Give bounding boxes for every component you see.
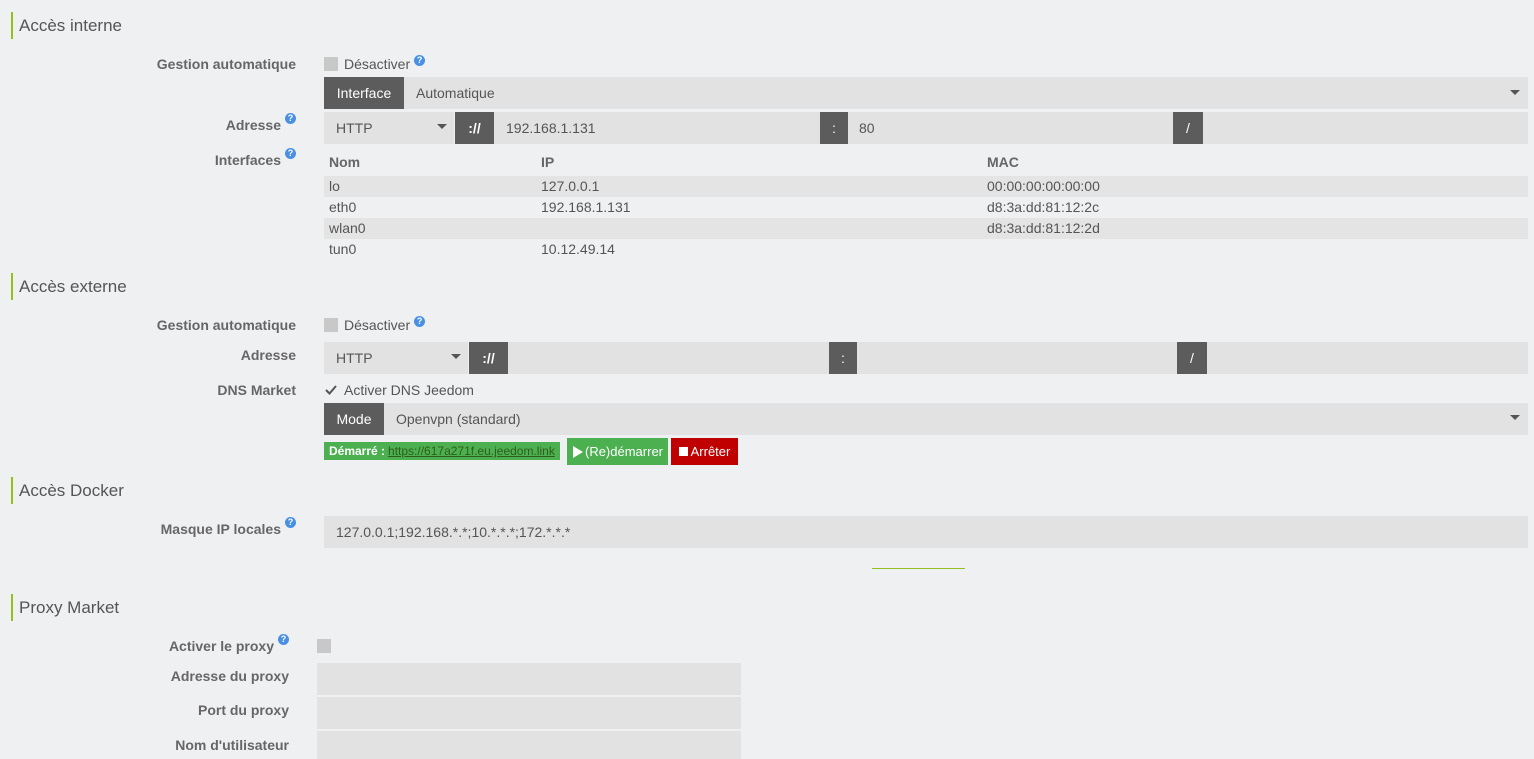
protocol-select-interne[interactable]: HTTP: [324, 112, 454, 144]
path-input-interne[interactable]: [1203, 112, 1528, 144]
header-nom: Nom: [329, 154, 361, 170]
cell-mac: d8:3a:dd:81:12:2d: [987, 220, 1100, 236]
divider: [872, 568, 965, 569]
help-icon[interactable]: ?: [285, 148, 296, 159]
dns-market-label: DNS Market: [217, 382, 296, 398]
adresse-label-interne: Adresse?: [226, 113, 296, 133]
table-row: eth0 192.168.1.131 d8:3a:dd:81:12:2c: [324, 197, 1528, 218]
cell-ip: 127.0.0.1: [541, 178, 600, 194]
header-mac: MAC: [987, 154, 1019, 170]
table-row: tun0 10.12.49.14: [324, 239, 1528, 260]
cell-mac: d8:3a:dd:81:12:2c: [987, 199, 1100, 215]
stop-button[interactable]: Arrêter: [671, 438, 738, 465]
interfaces-table: Nom IP MAC lo 127.0.0.1 00:00:00:00:00:0…: [324, 152, 1528, 262]
table-row: wlan0 d8:3a:dd:81:12:2d: [324, 218, 1528, 239]
chevron-down-icon: [451, 354, 461, 359]
interface-select[interactable]: Automatique: [404, 77, 1528, 109]
disable-externe-control[interactable]: Désactiver ?: [324, 315, 426, 334]
check-icon[interactable]: [324, 383, 338, 397]
disable-interne-label: Désactiver: [344, 56, 411, 72]
stop-icon: [678, 447, 688, 456]
disable-externe-label: Désactiver: [344, 317, 411, 333]
separator-proto-externe: ://: [469, 342, 508, 374]
proxy-address-input[interactable]: [317, 663, 741, 695]
adresse-label-externe: Adresse: [240, 347, 296, 363]
help-icon[interactable]: ?: [414, 54, 426, 66]
stop-label: Arrêter: [690, 444, 731, 459]
help-icon[interactable]: ?: [285, 517, 296, 528]
mask-ip-value: 127.0.0.1;192.168.*.*;10.*.*.*;172.*.*.*: [336, 524, 571, 540]
separator-path-externe: /: [1177, 342, 1207, 374]
help-icon[interactable]: ?: [285, 113, 296, 124]
gestion-auto-label-interne: Gestion automatique: [156, 56, 296, 72]
play-icon: [572, 445, 583, 458]
proxy-port-label: Port du proxy: [197, 702, 289, 718]
protocol-value-externe: HTTP: [336, 350, 373, 366]
mask-ip-input[interactable]: 127.0.0.1;192.168.*.*;10.*.*.*;172.*.*.*: [324, 516, 1528, 548]
disable-interne-checkbox[interactable]: [324, 57, 338, 71]
section-title-proxy-market: Proxy Market: [11, 594, 119, 621]
port-input-interne[interactable]: 80: [848, 112, 1173, 144]
enable-proxy-label: Activer le proxy?: [169, 634, 289, 654]
cell-ip: 192.168.1.131: [541, 199, 631, 215]
cell-nom: tun0: [329, 241, 357, 257]
ip-input-value-interne: 192.168.1.131: [506, 120, 596, 136]
enable-proxy-checkbox[interactable]: [317, 639, 331, 653]
protocol-value-interne: HTTP: [336, 120, 373, 136]
disable-externe-checkbox[interactable]: [324, 318, 338, 332]
separator-port-interne: :: [820, 112, 848, 144]
interface-addon: Interface: [324, 77, 404, 109]
table-header: Nom IP MAC: [324, 152, 1528, 173]
dns-jeedom-control[interactable]: Activer DNS Jeedom: [324, 381, 474, 399]
chevron-down-icon: [437, 124, 447, 129]
status-link[interactable]: https://617a271f.eu.jeedom.link: [388, 444, 555, 458]
dns-status-badge: Démarré : https://617a271f.eu.jeedom.lin…: [324, 442, 560, 460]
proxy-port-input[interactable]: [317, 697, 741, 729]
table-row: lo 127.0.0.1 00:00:00:00:00:00: [324, 176, 1528, 197]
disable-interne-control[interactable]: Désactiver ?: [324, 54, 426, 73]
cell-nom: wlan0: [329, 220, 366, 236]
ip-input-interne[interactable]: 192.168.1.131: [494, 112, 820, 144]
mode-addon: Mode: [324, 403, 384, 435]
interfaces-label: Interfaces?: [215, 148, 296, 168]
host-input-externe[interactable]: [508, 342, 829, 374]
gestion-auto-label-externe: Gestion automatique: [156, 317, 296, 333]
mode-select[interactable]: Openvpn (standard): [384, 403, 1528, 435]
protocol-select-externe[interactable]: HTTP: [324, 342, 468, 374]
dns-jeedom-label: Activer DNS Jeedom: [344, 382, 474, 398]
help-icon[interactable]: ?: [278, 634, 289, 645]
port-input-value-interne: 80: [859, 120, 875, 136]
status-prefix: Démarré :: [329, 444, 386, 458]
cell-ip: 10.12.49.14: [541, 241, 615, 257]
restart-button[interactable]: (Re)démarrer: [567, 438, 668, 465]
cell-nom: lo: [329, 178, 340, 194]
separator-proto-interne: ://: [455, 112, 494, 144]
path-input-externe[interactable]: [1207, 342, 1528, 374]
mask-ip-label: Masque IP locales?: [161, 517, 296, 537]
help-icon[interactable]: ?: [414, 315, 426, 327]
cell-nom: eth0: [329, 199, 357, 215]
chevron-down-icon: [1510, 415, 1520, 420]
header-ip: IP: [541, 154, 555, 170]
proxy-user-input[interactable]: [317, 731, 741, 759]
restart-label: (Re)démarrer: [584, 444, 663, 459]
section-title-acces-docker: Accès Docker: [11, 477, 124, 504]
separator-path-interne: /: [1173, 112, 1203, 144]
proxy-user-label: Nom d'utilisateur: [175, 737, 289, 753]
section-title-acces-externe: Accès externe: [11, 273, 127, 300]
separator-port-externe: :: [829, 342, 857, 374]
proxy-address-label: Adresse du proxy: [170, 668, 289, 684]
chevron-down-icon: [1510, 90, 1520, 95]
interface-select-value: Automatique: [416, 85, 495, 101]
mode-select-value: Openvpn (standard): [396, 411, 521, 427]
port-input-externe[interactable]: [857, 342, 1177, 374]
section-title-acces-interne: Accès interne: [11, 12, 122, 39]
cell-mac: 00:00:00:00:00:00: [987, 178, 1100, 194]
